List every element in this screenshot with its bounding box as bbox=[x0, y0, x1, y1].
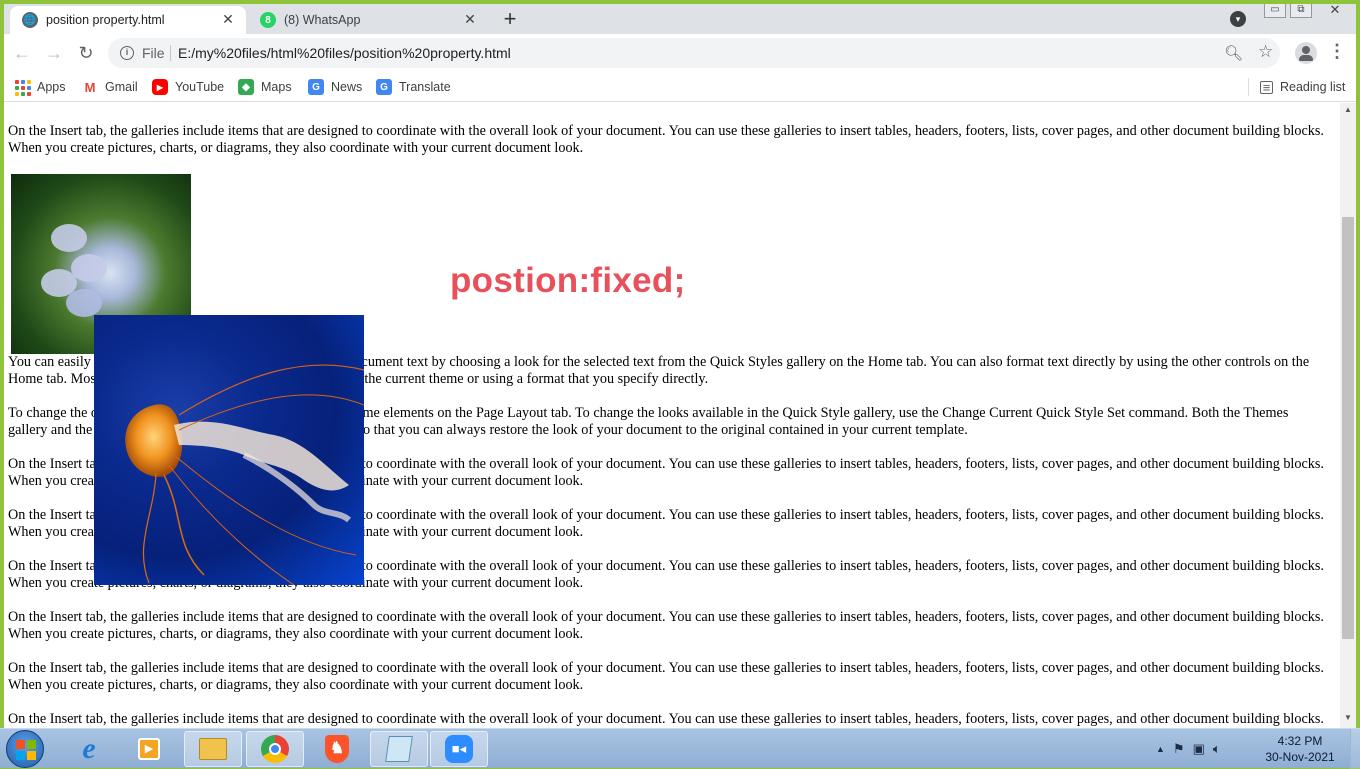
whatsapp-icon: 8 bbox=[260, 12, 276, 28]
show-hidden-icons-icon[interactable]: ▲ bbox=[1156, 744, 1165, 754]
tab-title: (8) WhatsApp bbox=[284, 13, 361, 27]
tab-title: position property.html bbox=[46, 13, 165, 27]
volume-icon[interactable]: 🔈︎ bbox=[1213, 741, 1221, 757]
bookmark-label: YouTube bbox=[175, 80, 225, 94]
clock[interactable]: 4:32 PM 30-Nov-2021 bbox=[1260, 733, 1340, 765]
bookmarks-bar: Apps M Gmail ▶ YouTube ◆ Maps G News G T… bbox=[4, 72, 1356, 102]
file-explorer-icon[interactable] bbox=[184, 731, 242, 767]
divider bbox=[170, 45, 171, 61]
bookmark-gmail[interactable]: M Gmail bbox=[82, 78, 138, 96]
tab-position-property[interactable]: 🌐 position property.html ✕ bbox=[10, 6, 246, 34]
taskbar: e ▶ ♞ ■◂ ▲ ⚑ ▣ 🔈︎ 4:32 PM 30-Nov-2021 bbox=[0, 728, 1360, 769]
scroll-down-arrow-icon[interactable]: ▼ bbox=[1340, 713, 1356, 725]
chrome-icon[interactable] bbox=[246, 731, 304, 767]
minimize-icon[interactable]: ▭ bbox=[1264, 4, 1286, 18]
back-button[interactable]: ← bbox=[10, 41, 34, 65]
close-tab-icon[interactable]: ✕ bbox=[462, 11, 478, 27]
tab-strip: 🌐 position property.html ✕ 8 (8) WhatsAp… bbox=[4, 4, 1356, 34]
kebab-menu-icon[interactable]: ⋮ bbox=[1328, 41, 1346, 62]
media-player-icon[interactable]: ▶ bbox=[120, 731, 178, 767]
reading-list-icon: ≡ bbox=[1260, 80, 1273, 95]
bookmark-news[interactable]: G News bbox=[308, 78, 362, 96]
globe-icon: 🌐 bbox=[22, 12, 38, 28]
bookmark-apps[interactable]: Apps bbox=[14, 78, 66, 96]
restore-icon[interactable]: ⧉ bbox=[1290, 4, 1312, 18]
bookmark-label: Maps bbox=[261, 80, 292, 94]
scrollbar-thumb[interactable] bbox=[1342, 217, 1354, 639]
bookmark-label: Translate bbox=[399, 80, 451, 94]
bookmark-label: News bbox=[331, 80, 363, 94]
notepad-icon[interactable] bbox=[370, 731, 428, 767]
profile-avatar-icon[interactable] bbox=[1295, 42, 1317, 64]
translate-icon: G bbox=[376, 79, 392, 95]
divider bbox=[1248, 78, 1249, 96]
paragraph: On the Insert tab, the galleries include… bbox=[8, 123, 1324, 156]
toolbar: ← → ↻ i File E:/my%20files/html%20files/… bbox=[4, 34, 1356, 72]
network-icon[interactable]: ▣ bbox=[1193, 741, 1205, 757]
bookmark-youtube[interactable]: ▶ YouTube bbox=[152, 78, 224, 96]
url-text[interactable]: E:/my%20files/html%20files/position%20pr… bbox=[178, 45, 511, 61]
page-viewport[interactable]: On the Insert tab, the galleries include… bbox=[4, 103, 1340, 728]
gmail-icon: M bbox=[82, 79, 98, 95]
clock-time: 4:32 PM bbox=[1277, 734, 1323, 748]
maps-icon: ◆ bbox=[238, 79, 254, 95]
reload-button[interactable]: ↻ bbox=[74, 41, 98, 65]
bookmark-translate[interactable]: G Translate bbox=[376, 78, 451, 96]
close-window-icon[interactable]: ✕ bbox=[1322, 4, 1348, 18]
url-scheme: File bbox=[142, 45, 165, 61]
bookmark-maps[interactable]: ◆ Maps bbox=[238, 78, 292, 96]
internet-explorer-icon[interactable]: e bbox=[60, 731, 118, 767]
tab-whatsapp[interactable]: 8 (8) WhatsApp ✕ bbox=[248, 6, 488, 34]
apps-grid-icon bbox=[14, 79, 31, 96]
paragraph: On the Insert tab, the galleries include… bbox=[8, 609, 1324, 642]
zoom-icon[interactable]: 🔍︎ bbox=[1224, 44, 1243, 62]
tab-search-icon[interactable]: ▾ bbox=[1230, 11, 1246, 27]
reading-list-label: Reading list bbox=[1280, 80, 1346, 94]
youtube-icon: ▶ bbox=[152, 79, 168, 95]
jellyfish-image bbox=[94, 315, 364, 585]
zoom-icon[interactable]: ■◂ bbox=[430, 731, 488, 767]
vertical-scrollbar[interactable]: ▲ ▼ bbox=[1340, 103, 1356, 728]
show-desktop-button[interactable] bbox=[1350, 729, 1360, 769]
forward-button[interactable]: → bbox=[42, 41, 66, 65]
bookmark-star-icon[interactable]: ☆ bbox=[1258, 42, 1273, 62]
bookmark-label: Gmail bbox=[105, 80, 138, 94]
new-tab-button[interactable]: + bbox=[498, 8, 522, 32]
reading-list-button[interactable]: ≡ Reading list bbox=[1260, 78, 1345, 96]
paragraph: On the Insert tab, the galleries include… bbox=[8, 660, 1324, 693]
brave-icon[interactable]: ♞ bbox=[308, 731, 366, 767]
paragraph: On the Insert tab, the galleries include… bbox=[8, 711, 1324, 727]
fixed-heading: postion:fixed; bbox=[450, 261, 686, 300]
browser-window: 🌐 position property.html ✕ 8 (8) WhatsAp… bbox=[4, 4, 1356, 728]
action-center-flag-icon[interactable]: ⚑ bbox=[1173, 741, 1185, 757]
bookmark-label: Apps bbox=[37, 80, 66, 94]
scroll-up-arrow-icon[interactable]: ▲ bbox=[1340, 105, 1356, 117]
news-icon: G bbox=[308, 79, 324, 95]
close-tab-icon[interactable]: ✕ bbox=[220, 11, 236, 27]
system-tray: ▲ ⚑ ▣ 🔈︎ bbox=[1156, 737, 1221, 761]
start-button[interactable] bbox=[6, 730, 44, 768]
info-icon[interactable]: i bbox=[120, 46, 134, 60]
jellyfish-illustration bbox=[125, 364, 364, 585]
clock-date: 30-Nov-2021 bbox=[1265, 750, 1335, 764]
address-bar[interactable]: i File E:/my%20files/html%20files/positi… bbox=[108, 38, 1280, 68]
